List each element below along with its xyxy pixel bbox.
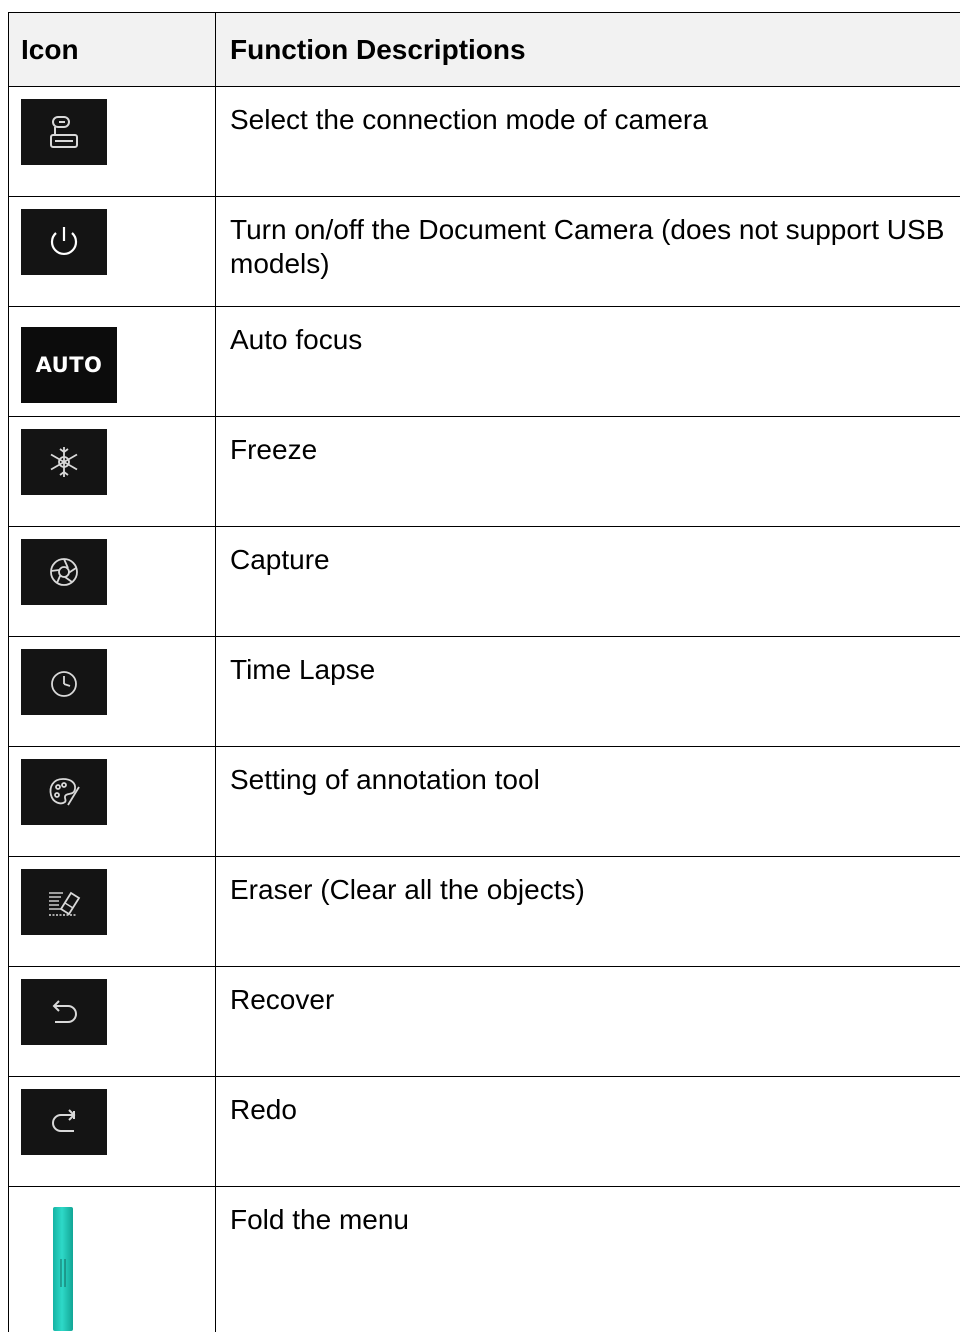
- table-row: Turn on/off the Document Camera (does no…: [8, 196, 960, 306]
- row-description: Time Lapse: [230, 654, 376, 685]
- fold-menu-bar-icon: [53, 1207, 73, 1331]
- row-description: Setting of annotation tool: [230, 764, 540, 795]
- auto-focus-icon: AUTO: [21, 327, 117, 403]
- table-row: Fold the menu: [8, 1186, 960, 1332]
- freeze-snowflake-icon: [21, 429, 107, 495]
- row-description: Freeze: [230, 434, 318, 465]
- description-column-header: Function Descriptions: [230, 34, 526, 65]
- recover-undo-icon: [21, 979, 107, 1045]
- row-description: Select the connection mode of camera: [230, 104, 708, 135]
- power-icon: [21, 209, 107, 275]
- table-header-row: Icon Function Descriptions: [8, 12, 960, 86]
- table-row: Eraser (Clear all the objects): [8, 856, 960, 966]
- table-row: Recover: [8, 966, 960, 1076]
- capture-shutter-icon: [21, 539, 107, 605]
- table-row: Freeze: [8, 416, 960, 526]
- eraser-icon: [21, 869, 107, 935]
- row-description: Auto focus: [230, 324, 363, 355]
- icon-column-header: Icon: [8, 13, 216, 86]
- time-lapse-clock-icon: [21, 649, 107, 715]
- table-row: AUTO Auto focus: [8, 306, 960, 416]
- row-description: Fold the menu: [230, 1204, 409, 1235]
- row-description: Recover: [230, 984, 335, 1015]
- annotation-palette-icon: [21, 759, 107, 825]
- camera-connection-icon: [21, 99, 107, 165]
- table-row: Select the connection mode of camera: [8, 86, 960, 196]
- table-row: Capture: [8, 526, 960, 636]
- row-description: Redo: [230, 1094, 297, 1125]
- row-description: Capture: [230, 544, 330, 575]
- auto-focus-icon-label: AUTO: [35, 353, 103, 377]
- table-row: Redo: [8, 1076, 960, 1186]
- redo-icon: [21, 1089, 107, 1155]
- function-table: Icon Function Descriptions Select the co…: [8, 12, 960, 1332]
- row-description: Turn on/off the Document Camera (does no…: [230, 214, 945, 279]
- table-row: Setting of annotation tool: [8, 746, 960, 856]
- row-description: Eraser (Clear all the objects): [230, 874, 585, 905]
- table-row: Time Lapse: [8, 636, 960, 746]
